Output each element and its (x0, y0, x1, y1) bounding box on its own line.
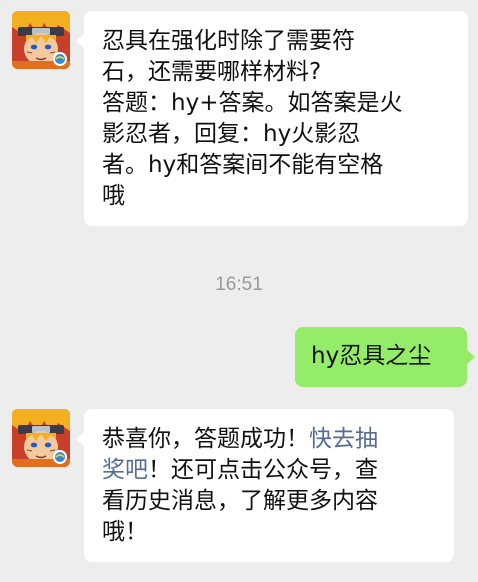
message-line: 哦！ (102, 519, 148, 545)
message-line: 看历史消息，了解更多内容 (102, 488, 378, 514)
message-line: 者。hy和答案间不能有空格 (102, 152, 384, 178)
message-text: 恭喜你，答题成功！ (102, 426, 309, 452)
message-bubble[interactable]: 忍具在强化时除了需要符 石，还需要哪样材料? 答题：hy+答案。如答案是火 影忍… (76, 11, 468, 226)
message-bubble[interactable]: 恭喜你，答题成功！快去抽 奖吧！还可点击公众号，查 看历史消息，了解更多内容 哦… (76, 409, 454, 562)
message-bubble[interactable]: hy忍具之尘 (295, 327, 475, 387)
sender-avatar-icon[interactable] (12, 409, 70, 467)
message-line: 忍具在强化时除了需要符 (102, 28, 355, 54)
sender-avatar-icon[interactable] (12, 11, 70, 69)
message-line: 哦 (102, 183, 125, 209)
message-timestamp: 16:51 (215, 274, 263, 295)
message-text: hy忍具之尘 (311, 343, 432, 369)
message-line: 答题：hy+答案。如答案是火 (102, 90, 403, 116)
message-text: ！还可点击公众号，查 (148, 457, 378, 483)
message-line: 影忍者，回复：hy火影忍 (102, 121, 361, 147)
message-line: 奖吧！还可点击公众号，查 (102, 455, 438, 486)
lottery-link[interactable]: 奖吧 (102, 457, 148, 483)
message-line: 恭喜你，答题成功！快去抽 (102, 424, 438, 455)
message-line: 石，还需要哪样材料? (102, 59, 322, 85)
lottery-link[interactable]: 快去抽 (309, 426, 378, 452)
